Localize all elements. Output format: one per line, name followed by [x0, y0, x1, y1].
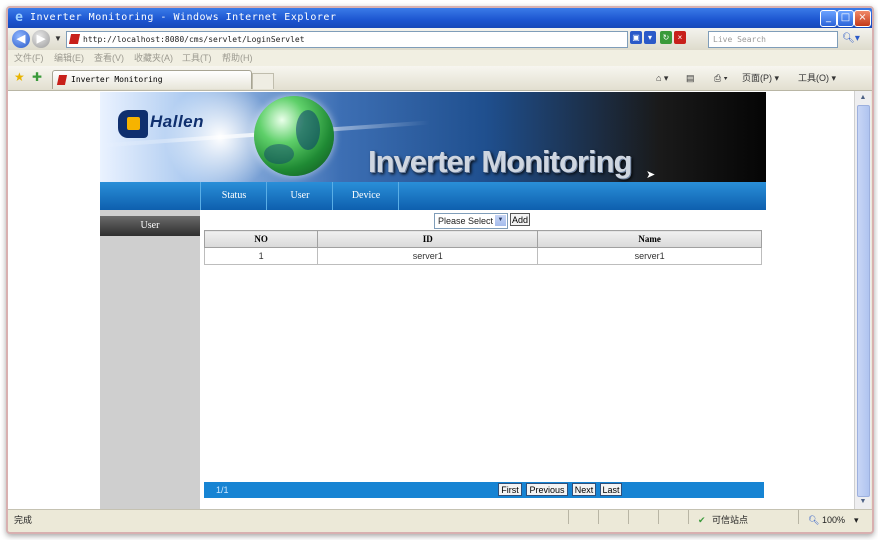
sidebar: User	[100, 210, 200, 509]
menu-file[interactable]: 文件(F)	[14, 50, 44, 66]
scroll-up-icon[interactable]: ▲	[855, 91, 871, 105]
menu-help[interactable]: 帮助(H)	[222, 50, 253, 66]
new-tab-button[interactable]	[252, 73, 274, 89]
table-row[interactable]: 1 server1 server1	[203, 247, 762, 265]
cell-id: server1	[317, 247, 539, 265]
table-header-row: NO ID Name	[203, 230, 762, 248]
tab-inverter-monitoring[interactable]: Inverter Monitoring	[52, 70, 252, 89]
nav-user[interactable]: User	[266, 182, 333, 210]
minimize-button[interactable]: _	[820, 10, 837, 27]
forward-icon[interactable]: ▶	[32, 30, 50, 48]
compatibility-icon[interactable]: ▣	[630, 31, 642, 44]
zoom-level[interactable]: 100%	[822, 510, 845, 530]
home-icon[interactable]: ⌂ ▾	[656, 70, 668, 86]
search-input[interactable]: Live Search	[708, 31, 838, 48]
cell-name: server1	[537, 247, 762, 265]
browser-window: e Inverter Monitoring - Windows Internet…	[6, 6, 874, 534]
menu-tools[interactable]: 工具(T)	[182, 50, 212, 66]
first-page-button[interactable]: First	[498, 483, 522, 496]
column-header-no: NO	[203, 230, 319, 248]
main-panel: Please Select ▼ Add NO ID Name 1 server1…	[200, 210, 766, 509]
menu-edit[interactable]: 编辑(E)	[54, 50, 84, 66]
banner-title: Inverter Monitoring	[368, 144, 632, 179]
user-select[interactable]: Please Select ▼	[434, 213, 508, 229]
page-icon	[68, 34, 81, 44]
tab-page-icon	[56, 75, 68, 85]
feeds-icon[interactable]: ▤	[686, 70, 695, 86]
previous-page-button[interactable]: Previous	[526, 483, 568, 496]
web-page: Hallen Inverter Monitoring ➤ Status User…	[100, 92, 766, 509]
status-text: 完成	[14, 515, 33, 525]
status-bar: 完成 ✔ 可信站点 🔍︎ 100% ▾	[8, 509, 872, 531]
refresh-icon[interactable]: ↻	[660, 31, 672, 44]
zoom-dropdown-icon[interactable]: ▾	[854, 510, 859, 530]
search-placeholder: Live Search	[713, 35, 766, 44]
address-dropdown-icon[interactable]: ▾	[644, 31, 656, 44]
page-menu[interactable]: 页面(P) ▾	[742, 70, 779, 86]
pager-bar: 1/1 First Previous Next Last	[204, 482, 764, 498]
add-button[interactable]: Add	[510, 213, 530, 226]
tab-label: Inverter Monitoring	[71, 75, 163, 84]
nav-device[interactable]: Device	[332, 182, 399, 210]
cell-no: 1	[203, 247, 319, 265]
close-button[interactable]: ×	[854, 10, 871, 27]
menu-favorites[interactable]: 收藏夹(A)	[134, 50, 173, 66]
scroll-down-icon[interactable]: ▼	[855, 495, 871, 509]
nav-status[interactable]: Status	[200, 182, 267, 210]
mouse-cursor-icon: ➤	[646, 169, 656, 181]
column-header-name: Name	[537, 230, 762, 248]
last-page-button[interactable]: Last	[600, 483, 622, 496]
chevron-down-icon[interactable]: ▼	[495, 215, 506, 226]
user-select-value: Please Select	[438, 216, 494, 226]
trusted-zone-icon: ✔	[698, 515, 706, 525]
sidebar-item-user[interactable]: User	[100, 216, 200, 236]
vertical-scrollbar[interactable]: ▲ ▼	[854, 91, 871, 509]
address-bar: ◀ ▶ ▼ http://localhost:8080/cms/servlet/…	[8, 28, 872, 50]
url-field[interactable]: http://localhost:8080/cms/servlet/LoginS…	[66, 31, 628, 48]
back-icon[interactable]: ◀	[12, 30, 30, 48]
page-viewport: Hallen Inverter Monitoring ➤ Status User…	[8, 91, 854, 509]
history-dropdown-icon[interactable]: ▼	[54, 34, 62, 43]
column-header-id: ID	[317, 230, 539, 248]
window-title: Inverter Monitoring - Windows Internet E…	[30, 12, 337, 23]
search-icon[interactable]: 🔍︎▾	[840, 31, 862, 46]
hallen-logo-icon	[118, 110, 148, 138]
top-navigation: Status User Device	[100, 182, 766, 210]
add-favorite-icon[interactable]: ✚	[32, 70, 42, 84]
scroll-thumb[interactable]	[857, 105, 870, 497]
tab-bar: ★ ✚ Inverter Monitoring ⌂ ▾ ▤ ⎙ ▾ 页面(P) …	[8, 66, 872, 91]
maximize-button[interactable]: □	[837, 10, 854, 27]
next-page-button[interactable]: Next	[572, 483, 596, 496]
title-bar: e Inverter Monitoring - Windows Internet…	[8, 8, 872, 28]
ie-logo-icon: e	[15, 10, 23, 25]
globe-icon	[254, 96, 334, 176]
menu-bar: 文件(F) 编辑(E) 查看(V) 收藏夹(A) 工具(T) 帮助(H)	[8, 50, 872, 67]
page-indicator: 1/1	[216, 485, 229, 495]
security-zone-label: 可信站点	[712, 515, 749, 525]
stop-icon[interactable]: ×	[674, 31, 686, 44]
user-table: NO ID Name 1 server1 server1	[203, 230, 762, 265]
tools-menu[interactable]: 工具(O) ▾	[798, 70, 836, 86]
print-icon[interactable]: ⎙ ▾	[714, 70, 727, 86]
brand-name: Hallen	[150, 112, 205, 131]
header-banner: Hallen Inverter Monitoring ➤	[100, 92, 766, 182]
zoom-icon[interactable]: 🔍︎	[808, 510, 819, 530]
favorites-star-icon[interactable]: ★	[14, 70, 25, 84]
menu-view[interactable]: 查看(V)	[94, 50, 124, 66]
url-text: http://localhost:8080/cms/servlet/LoginS…	[83, 35, 305, 44]
